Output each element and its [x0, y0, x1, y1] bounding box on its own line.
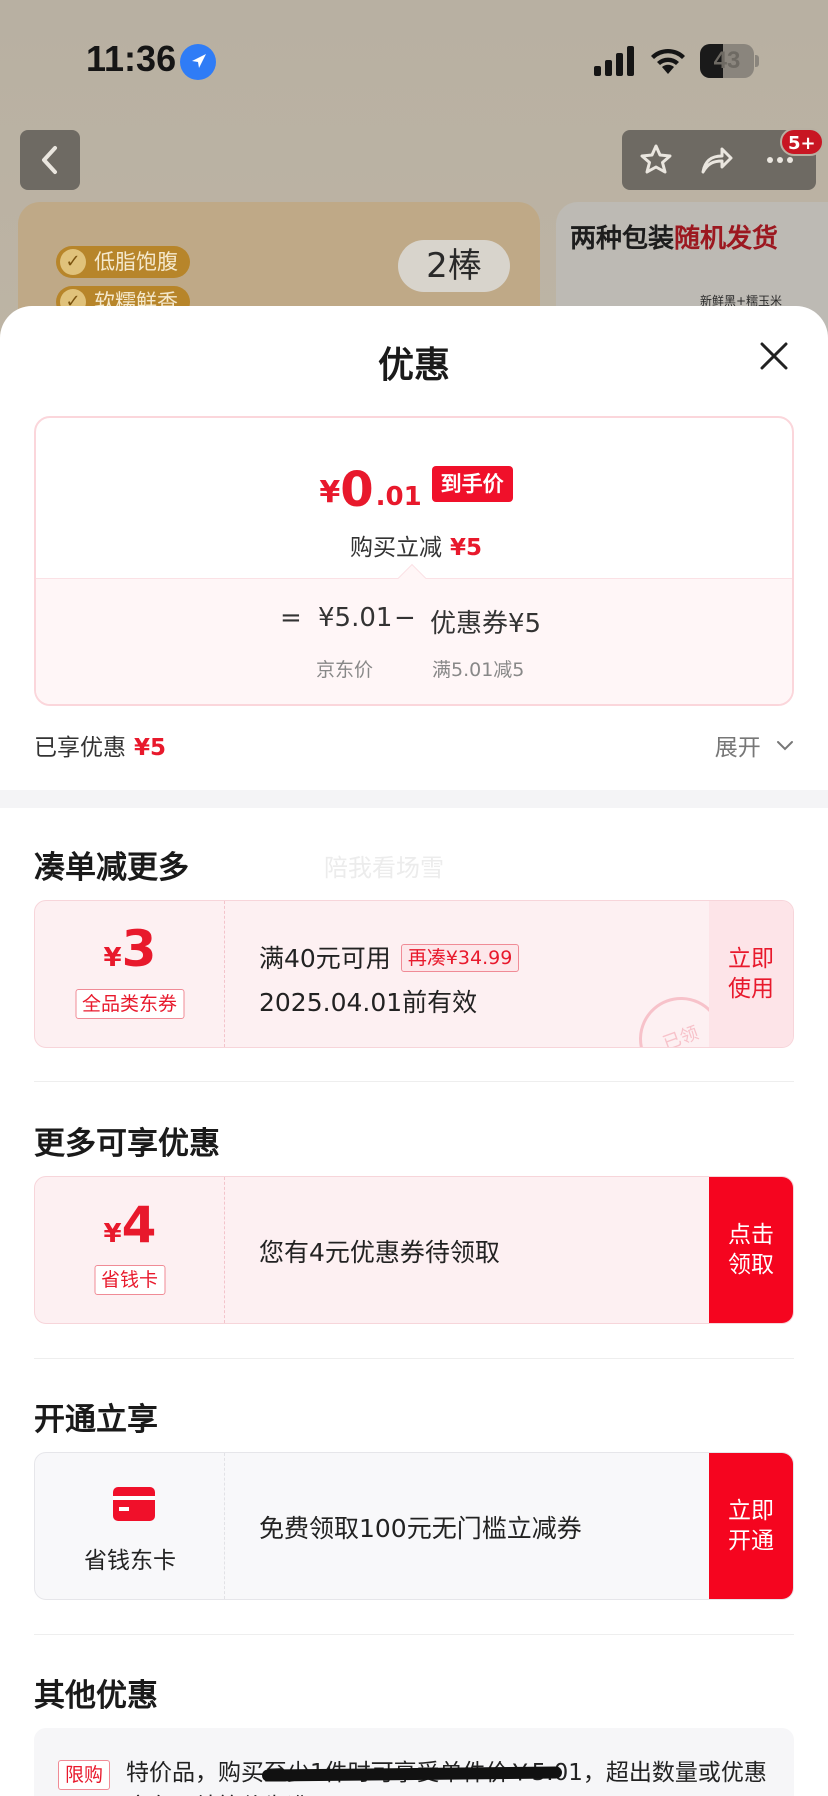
cellular-signal-icon [594, 46, 634, 76]
final-price: ¥ 0 .01 到手价 [36, 456, 792, 516]
coupon-value: 优惠券¥5 [430, 609, 542, 639]
other-discount-item: 限购 特价品，购买至少1件时可享受单件价￥5.01，超出数量或优惠库存以结算价为… [34, 1728, 794, 1796]
equals-sign: = [280, 603, 302, 633]
battery-icon: 43 [700, 44, 759, 78]
feature-tag: ✓ 低脂饱腹 [56, 246, 190, 278]
price-formula: = ¥5.01 − 优惠券¥5 京东价 满5.01减5 [36, 563, 792, 704]
coupon-description: 您有4元优惠券待领取 [259, 1238, 500, 1267]
star-icon[interactable] [638, 142, 674, 178]
sheet-title: 优惠 [377, 345, 450, 386]
chevron-down-icon [777, 741, 793, 751]
product-page-background: 11:36 43 5+ ✓ 低脂饱腹 ✓ 软糯鲜香 2棒 两种包装随机发货 新鲜… [0, 0, 828, 362]
status-time: 11:36 [86, 38, 177, 79]
divider [34, 1634, 794, 1635]
divider [34, 1358, 794, 1359]
card-label: 省钱东卡 [84, 1548, 176, 1574]
packaging-note: 两种包装随机发货 [570, 224, 779, 254]
status-bar: 11:36 43 [0, 0, 828, 120]
card-icon-area: 省钱东卡 [35, 1453, 225, 1599]
instant-discount-row: 购买立减 ¥5 [349, 535, 482, 561]
coupon-expiry: 2025.04.01前有效 [259, 988, 478, 1017]
coupon-card-saving: ¥4 省钱卡 您有4元优惠券待领取 点击 领取 [34, 1176, 794, 1324]
coupon-type-tag: 省钱卡 [93, 1265, 166, 1295]
card-icon [113, 1487, 155, 1521]
coupon-value-area: ¥4 省钱卡 [35, 1177, 225, 1323]
chevron-left-icon [42, 146, 57, 174]
location-arrow-icon [180, 44, 216, 80]
notification-badge: 5+ [780, 128, 824, 156]
expand-toggle[interactable]: 展开 [715, 728, 794, 762]
offer-description: 免费领取100元无门槛立减券 [259, 1514, 582, 1543]
jd-price-label: 京东价 [316, 659, 374, 681]
section-title-more-order: 凑单减更多 [34, 850, 189, 886]
back-button[interactable] [20, 130, 80, 190]
coupon-card-store: ¥3 全品类东券 满40元可用 再凑¥34.99 2025.04.01前有效 已领… [34, 900, 794, 1048]
section-title-more-benefits: 更多可享优惠 [34, 1126, 220, 1162]
stick-count-label: 2棒 [398, 240, 510, 292]
price-breakdown-card: ¥ 0 .01 到手价 购买立减 ¥5 = ¥5.01 − 优惠券¥5 京东价 满… [34, 416, 794, 706]
use-now-button[interactable]: 立即 使用 [709, 901, 793, 1047]
close-icon[interactable] [756, 338, 792, 374]
minus-sign: − [394, 603, 416, 633]
share-icon[interactable] [698, 142, 734, 178]
enjoyed-discount: 已享优惠 ¥5 [34, 735, 167, 761]
coupon-amount: ¥4 [103, 1196, 157, 1254]
section-divider [0, 790, 828, 808]
final-price-tag: 到手价 [431, 466, 513, 502]
coupon-type-tag: 全品类东券 [74, 989, 185, 1019]
activate-button[interactable]: 立即 开通 [709, 1453, 793, 1599]
add-more-chip: 再凑¥34.99 [400, 944, 520, 972]
check-icon: ✓ [60, 249, 86, 275]
coupon-condition: 满40元可用 再凑¥34.99 [259, 939, 520, 975]
battery-level: 43 [713, 47, 741, 74]
claim-button[interactable]: 点击 领取 [709, 1177, 793, 1323]
coupon-value-area: ¥3 全品类东券 [35, 901, 225, 1047]
coupon-amount: ¥3 [103, 920, 157, 978]
limit-tag: 限购 [58, 1760, 111, 1790]
wifi-icon [651, 48, 685, 74]
divider [34, 1081, 794, 1082]
section-title-activate: 开通立享 [34, 1402, 158, 1438]
jd-price-value: ¥5.01 [318, 603, 393, 633]
watermark: 陪我看场雪 [324, 854, 444, 882]
coupon-rule: 满5.01减5 [432, 659, 525, 681]
discount-sheet: 优惠 ¥ 0 .01 到手价 购买立减 ¥5 = ¥5.01 − 优惠券¥5 京东… [0, 306, 828, 1796]
membership-card-offer: 省钱东卡 免费领取100元无门槛立减券 立即 开通 [34, 1452, 794, 1600]
section-title-other: 其他优惠 [34, 1678, 158, 1714]
